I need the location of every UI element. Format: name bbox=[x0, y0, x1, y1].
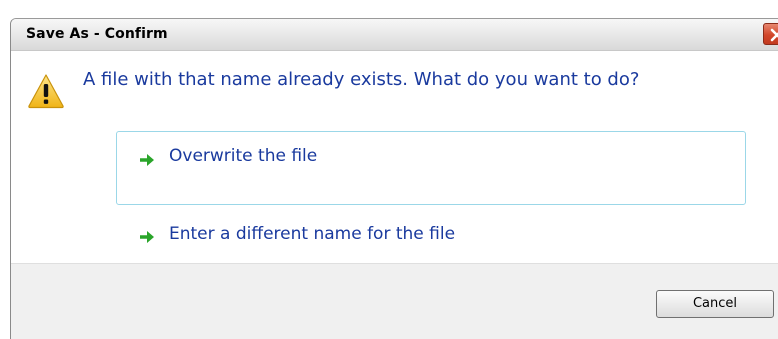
different-name-label: Enter a different name for the file bbox=[169, 224, 456, 244]
title-bar[interactable]: Save As - Confirm bbox=[11, 19, 778, 51]
overwrite-file-option[interactable]: Overwrite the file bbox=[116, 131, 746, 205]
green-arrow-right-icon bbox=[140, 231, 154, 243]
warning-triangle-icon bbox=[28, 74, 64, 109]
close-icon bbox=[770, 28, 778, 42]
dialog-content: A file with that name already exists. Wh… bbox=[11, 51, 778, 263]
window-title: Save As - Confirm bbox=[26, 26, 168, 42]
close-button[interactable] bbox=[763, 23, 778, 45]
green-arrow-right-icon bbox=[140, 154, 154, 166]
save-as-confirm-dialog: Save As - Confirm A file with that name … bbox=[10, 18, 778, 339]
cancel-button[interactable]: Cancel bbox=[656, 290, 774, 318]
overwrite-file-label: Overwrite the file bbox=[169, 146, 318, 166]
dialog-message: A file with that name already exists. Wh… bbox=[83, 69, 640, 90]
different-name-option[interactable]: Enter a different name for the file bbox=[116, 213, 746, 261]
dialog-footer: Cancel bbox=[11, 263, 778, 339]
